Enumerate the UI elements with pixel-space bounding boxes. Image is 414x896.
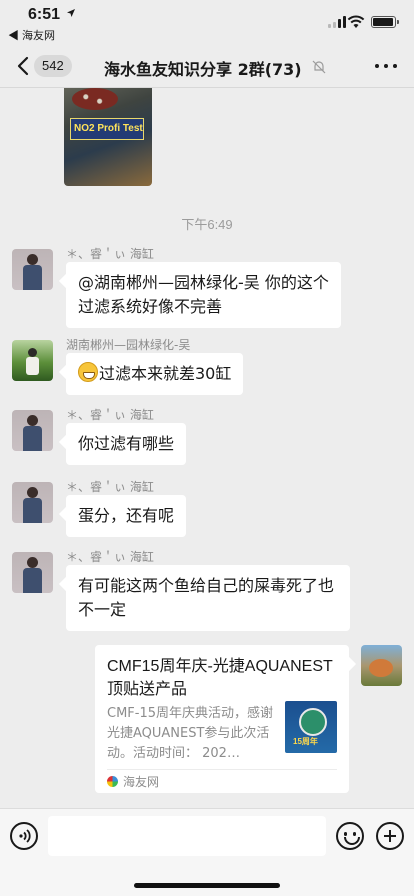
message-bubble[interactable]: 蛋分，还有呢 [66, 495, 187, 537]
source-app-icon [107, 776, 118, 787]
message-bubble[interactable]: 你过滤有哪些 [66, 423, 187, 465]
grin-emoji-icon [78, 362, 98, 382]
message-bubble[interactable]: 过滤本来就差30缸 [66, 353, 244, 395]
more-options-icon[interactable] [375, 64, 397, 70]
sender-name: ＊、睿＇ぃ 海缸 [66, 480, 154, 494]
message-input[interactable] [48, 816, 326, 856]
avatar[interactable] [12, 249, 53, 290]
link-card-thumbnail: 15周年 [285, 701, 337, 753]
link-card-title: CMF15周年庆-光捷AQUANEST顶贴送产品 [107, 658, 333, 698]
image-message[interactable]: NO2 Profi Test [64, 88, 152, 186]
unread-count-badge[interactable]: 542 [34, 55, 72, 77]
back-arrow-icon[interactable] [14, 55, 34, 77]
link-card-description: CMF-15周年庆典活动，感谢光捷AQUANEST参与此次活动。活动时间： 20… [107, 706, 274, 761]
cellular-signal-icon [328, 16, 346, 28]
image-caption-text: NO2 Profi Test [74, 123, 143, 134]
avatar[interactable] [12, 552, 53, 593]
input-bar [0, 808, 414, 896]
thumbnail-label: 15周年 [293, 737, 318, 746]
back-to-app-link[interactable]: ◀ 海友网 [8, 27, 55, 43]
more-actions-plus-icon[interactable] [376, 822, 404, 850]
message-bubble[interactable]: 有可能这两个鱼给自己的屎毒死了也不一定 [66, 565, 350, 631]
status-bar: 6:51 ◀ 海友网 [0, 0, 414, 44]
chat-header: 542 海水鱼友知识分享 2群(73) [0, 44, 414, 88]
link-card-divider [107, 769, 337, 770]
message-text: 过滤本来就差30缸 [99, 364, 232, 383]
wifi-icon [347, 15, 365, 28]
status-time: 6:51 [28, 6, 61, 23]
sender-name: 湖南郴州—园林绿化-吴 [66, 338, 191, 352]
home-indicator [134, 883, 280, 888]
avatar[interactable] [12, 482, 53, 523]
battery-icon [371, 16, 399, 28]
my-avatar[interactable] [361, 645, 402, 686]
sender-name: ＊、睿＇ぃ 海缸 [66, 550, 154, 564]
location-arrow-icon [67, 9, 75, 17]
emoji-icon[interactable] [336, 822, 364, 850]
message-timestamp: 下午6:49 [181, 217, 233, 232]
avatar[interactable] [12, 340, 53, 381]
link-card-message[interactable]: CMF15周年庆-光捷AQUANEST顶贴送产品 CMF-15周年庆典活动，感谢… [95, 645, 349, 793]
voice-input-icon[interactable] [10, 822, 38, 850]
link-card-source: 海友网 [123, 775, 160, 789]
chat-message-list[interactable]: NO2 Profi Test 下午6:49 ＊、睿＇ぃ 海缸 @湖南郴州—园林绿… [0, 88, 414, 808]
avatar[interactable] [12, 410, 53, 451]
mute-bell-icon [312, 60, 326, 74]
message-bubble[interactable]: @湖南郴州—园林绿化-吴 你的这个过滤系统好像不完善 [66, 262, 341, 328]
sender-name: ＊、睿＇ぃ 海缸 [66, 247, 154, 261]
chat-title: 海水鱼友知识分享 2群(73) [104, 60, 302, 79]
sender-name: ＊、睿＇ぃ 海缸 [66, 408, 154, 422]
fish-photo [72, 88, 118, 110]
